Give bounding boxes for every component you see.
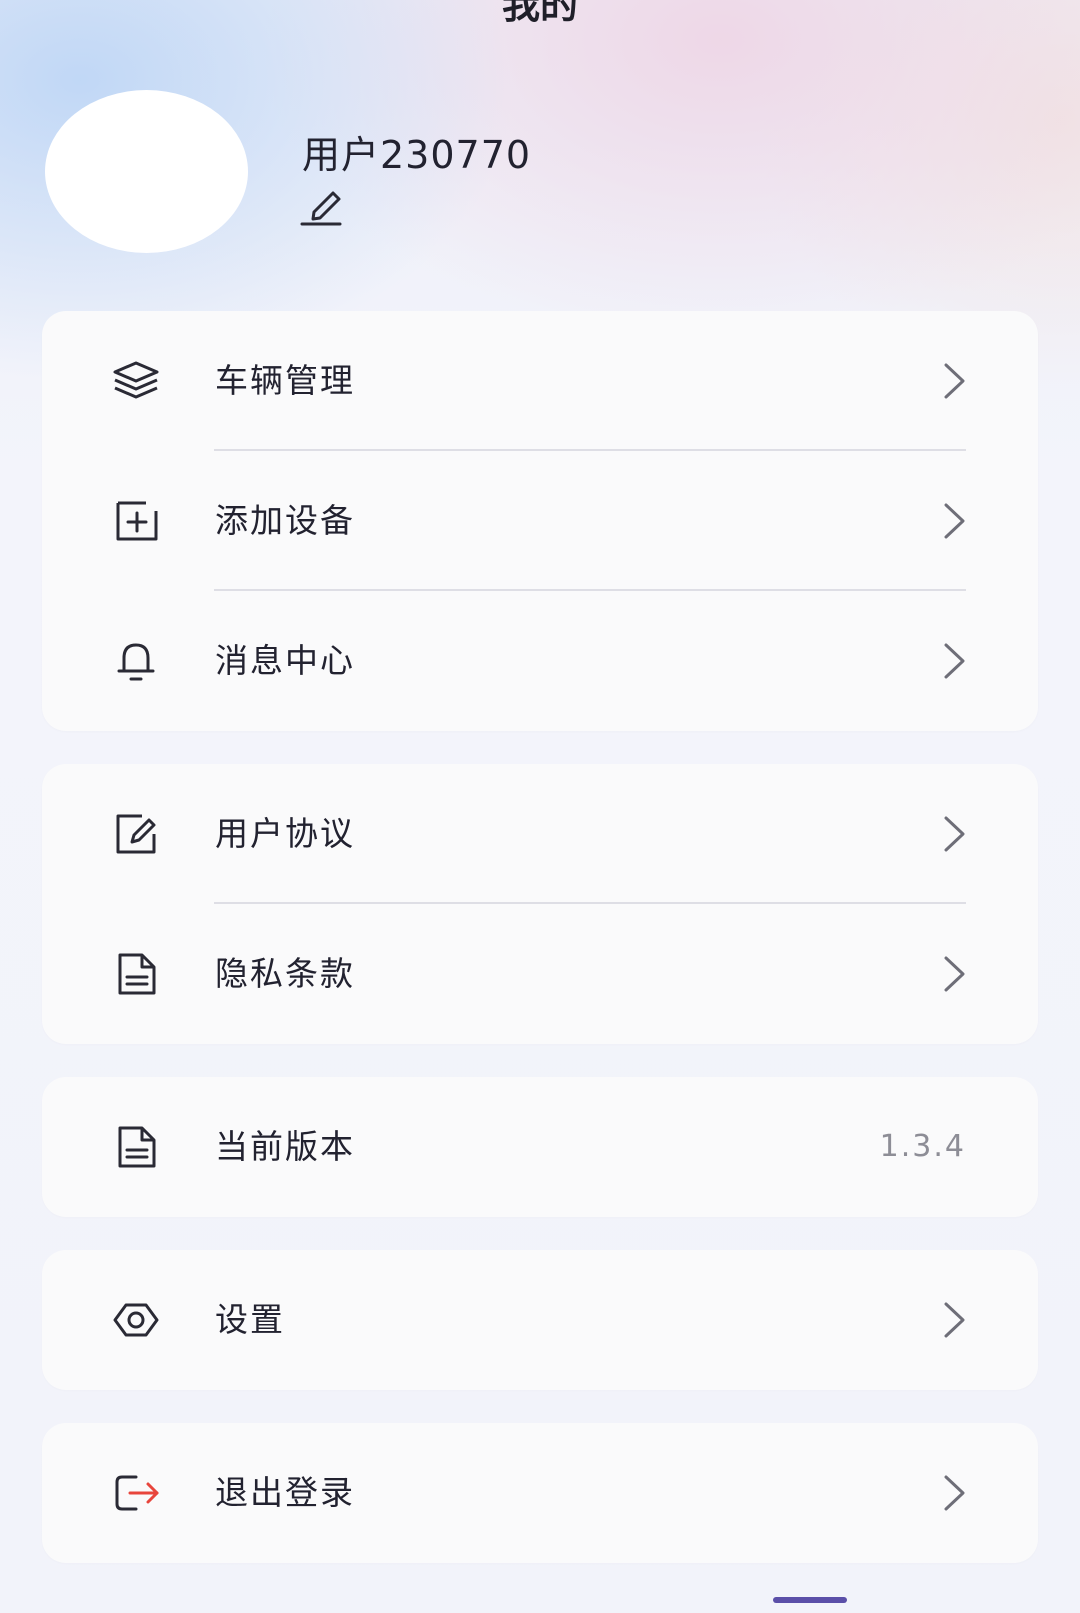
menu-item-vehicle-management[interactable]: 车辆管理 bbox=[42, 311, 1038, 451]
home-indicator bbox=[773, 1597, 847, 1603]
avatar[interactable] bbox=[45, 90, 248, 253]
edit-profile-button[interactable] bbox=[300, 184, 348, 226]
pencil-icon bbox=[300, 191, 342, 226]
chevron-right-icon bbox=[942, 362, 968, 400]
menu-item-logout[interactable]: 退出登录 bbox=[42, 1423, 1038, 1563]
chevron-right-icon bbox=[942, 815, 968, 853]
menu-card-settings: 设置 bbox=[42, 1250, 1038, 1390]
chevron-right-icon bbox=[942, 642, 968, 680]
menu-item-add-device[interactable]: 添加设备 bbox=[42, 451, 1038, 591]
menu-card-logout: 退出登录 bbox=[42, 1423, 1038, 1563]
menu-item-label: 消息中心 bbox=[215, 641, 355, 680]
page-title: 我的 bbox=[501, 0, 578, 27]
chevron-right-icon bbox=[942, 955, 968, 993]
menu-item-current-version: 当前版本 1.3.4 bbox=[42, 1077, 1038, 1217]
username: 用户230770 bbox=[302, 133, 532, 177]
menu-card-legal: 用户协议 隐私条款 bbox=[42, 764, 1038, 1044]
menu-item-label: 用户协议 bbox=[215, 814, 355, 853]
menu-item-settings[interactable]: 设置 bbox=[42, 1250, 1038, 1390]
chevron-right-icon bbox=[942, 502, 968, 540]
menu-card-main: 车辆管理 添加设备 消息中心 bbox=[42, 311, 1038, 731]
menu-card-version: 当前版本 1.3.4 bbox=[42, 1077, 1038, 1217]
chevron-right-icon bbox=[942, 1474, 968, 1512]
menu-item-label: 隐私条款 bbox=[215, 954, 355, 993]
add-box-icon bbox=[112, 499, 160, 543]
menu-item-message-center[interactable]: 消息中心 bbox=[42, 591, 1038, 731]
layers-icon bbox=[112, 359, 160, 403]
settings-icon bbox=[112, 1298, 160, 1342]
logout-icon bbox=[112, 1471, 160, 1515]
menu-item-privacy-policy[interactable]: 隐私条款 bbox=[42, 904, 1038, 1044]
version-value: 1.3.4 bbox=[879, 1129, 966, 1164]
bell-icon bbox=[112, 639, 160, 683]
chevron-right-icon bbox=[942, 1301, 968, 1339]
document-icon bbox=[112, 1125, 160, 1169]
menu-item-label: 车辆管理 bbox=[215, 361, 355, 400]
menu-item-label: 退出登录 bbox=[215, 1473, 355, 1512]
agreement-icon bbox=[112, 812, 160, 856]
menu-item-label: 添加设备 bbox=[215, 501, 355, 540]
menu-item-user-agreement[interactable]: 用户协议 bbox=[42, 764, 1038, 904]
document-icon bbox=[112, 952, 160, 996]
menu-item-label: 当前版本 bbox=[215, 1127, 355, 1166]
menu-item-label: 设置 bbox=[215, 1300, 285, 1339]
